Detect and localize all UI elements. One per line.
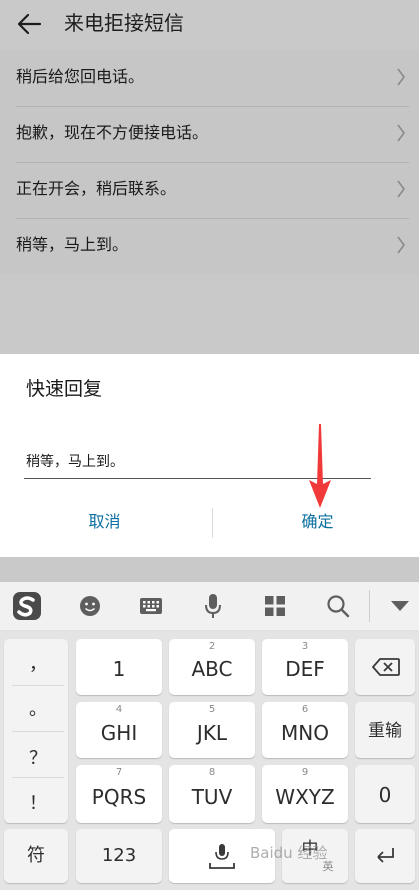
key-label: ABC — [191, 657, 233, 681]
divider — [12, 731, 64, 732]
reinput-button[interactable]: 重输 — [355, 702, 415, 758]
keyboard-toolbar — [0, 582, 419, 631]
list-item[interactable]: 正在开会，稍后联系。 — [0, 162, 419, 218]
cancel-button[interactable]: 取消 — [0, 504, 209, 540]
key-def[interactable]: 3 DEF — [262, 639, 348, 695]
key-jkl[interactable]: 5 JKL — [169, 702, 255, 758]
key-number: 7 — [115, 767, 123, 778]
list-item-label: 正在开会，稍后联系。 — [16, 179, 177, 198]
symbol-button[interactable]: 符 — [4, 829, 68, 883]
message-list: 稍后给您回电话。 抱歉，现在不方便接电话。 正在开会，稍后联系。 稍等，马上到。 — [0, 50, 419, 274]
watermark: Baidu 经验 — [250, 844, 328, 862]
emoji-icon[interactable] — [78, 594, 102, 618]
list-item[interactable]: 抱歉，现在不方便接电话。 — [0, 106, 419, 162]
key-tuv[interactable]: 8 TUV — [169, 765, 255, 823]
dialog-title: 快速回复 — [26, 378, 103, 400]
key-label: WXYZ — [275, 785, 335, 809]
app-header — [0, 0, 419, 50]
keyboard: ， 。 ？ ！ 1 2 ABC 3 DEF 4 GHI 5 JKL 6 MNO — [0, 631, 419, 890]
list-item-label: 抱歉，现在不方便接电话。 — [16, 123, 209, 142]
key-number: 3 — [301, 641, 309, 652]
key-number: 8 — [208, 767, 216, 778]
key-label: TUV — [191, 785, 233, 809]
key-number: 5 — [208, 704, 216, 715]
key-abc[interactable]: 2 ABC — [169, 639, 255, 695]
backspace-icon — [371, 658, 400, 676]
punct-key[interactable]: ！ — [4, 792, 72, 816]
key-label: GHI — [100, 721, 138, 745]
page-title: 来电拒接短信 — [64, 11, 184, 35]
key-number: 9 — [301, 767, 309, 778]
key-ghi[interactable]: 4 GHI — [76, 702, 162, 758]
divider — [369, 590, 370, 622]
key-label: 重输 — [368, 721, 402, 741]
key-label: 符 — [27, 845, 45, 866]
arrow-left-icon[interactable] — [14, 10, 44, 38]
reply-input[interactable]: 稍等，马上到。 — [26, 452, 124, 472]
collapse-icon[interactable] — [390, 600, 410, 612]
dim-overlay — [0, 274, 419, 354]
key-wxyz[interactable]: 9 WXYZ — [262, 765, 348, 823]
chevron-right-icon — [397, 124, 405, 142]
key-label: 0 — [378, 783, 392, 807]
punct-key[interactable]: ， — [4, 653, 72, 677]
num123-button[interactable]: 123 — [76, 829, 162, 883]
annotation-arrow-icon — [309, 424, 331, 508]
key-label: JKL — [196, 721, 228, 745]
quick-reply-dialog: 快速回复 稍等，马上到。 取消 确定 — [0, 354, 419, 557]
key-number: 4 — [115, 704, 123, 715]
key-label: PQRS — [91, 785, 147, 809]
punct-key[interactable]: 。 — [4, 698, 72, 722]
key-number: 6 — [301, 704, 309, 715]
key-label: DEF — [285, 657, 325, 681]
enter-icon — [377, 848, 394, 863]
enter-button[interactable] — [355, 829, 415, 883]
chevron-right-icon — [397, 180, 405, 198]
grid-icon[interactable] — [264, 595, 286, 617]
key-number: 2 — [208, 641, 216, 652]
key-label: 123 — [101, 845, 137, 866]
keyboard-icon[interactable] — [139, 595, 163, 617]
list-item-label: 稍后给您回电话。 — [16, 67, 145, 86]
punct-key[interactable]: ？ — [4, 747, 72, 771]
chevron-right-icon — [397, 68, 405, 86]
divider — [12, 685, 64, 686]
key-pqrs[interactable]: 7 PQRS — [76, 765, 162, 823]
list-item[interactable]: 稍等，马上到。 — [0, 218, 419, 274]
search-icon[interactable] — [326, 594, 350, 618]
key-label: 1 — [112, 657, 126, 681]
punctuation-column[interactable]: ， 。 ？ ！ — [4, 639, 68, 823]
key-label: MNO — [281, 721, 329, 745]
backspace-button[interactable] — [355, 639, 415, 695]
list-item-label: 稍等，马上到。 — [16, 235, 129, 254]
divider — [12, 777, 64, 778]
microphone-icon[interactable] — [203, 593, 223, 619]
list-item[interactable]: 稍后给您回电话。 — [0, 50, 419, 106]
dim-overlay — [0, 557, 419, 582]
key-1[interactable]: 1 — [76, 639, 162, 695]
chevron-right-icon — [397, 236, 405, 254]
microphone-space-icon — [209, 844, 235, 869]
key-0[interactable]: 0 — [355, 765, 415, 823]
key-mno[interactable]: 6 MNO — [262, 702, 348, 758]
sogou-logo-icon[interactable] — [11, 590, 43, 622]
